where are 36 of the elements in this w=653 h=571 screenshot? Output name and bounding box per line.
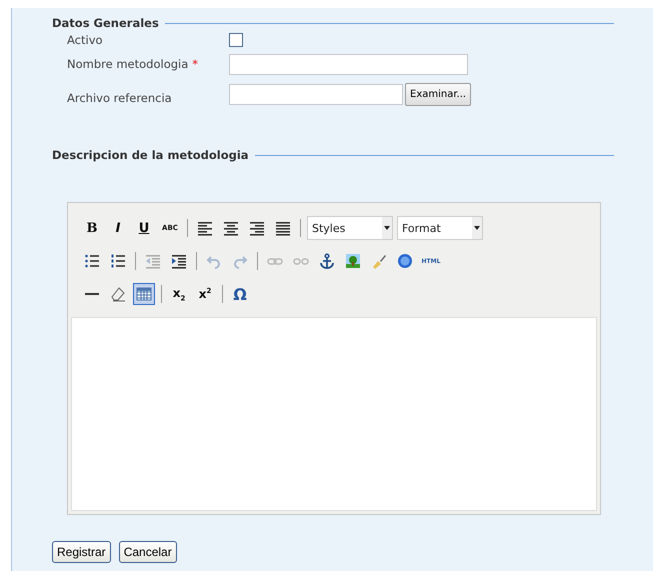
italic-button[interactable]: I xyxy=(107,217,129,239)
align-justify-icon xyxy=(275,220,291,236)
field-label: Activo xyxy=(67,33,104,47)
brush-icon xyxy=(371,253,387,269)
horizontal-rule-icon xyxy=(85,293,99,295)
field-label: Archivo referencia xyxy=(67,91,173,105)
field-label: Nombre metodologia * xyxy=(67,57,200,71)
browse-button[interactable]: Examinar... xyxy=(405,82,472,106)
cancel-button[interactable]: Cancelar xyxy=(118,541,177,563)
indent-icon xyxy=(171,253,187,269)
image-icon xyxy=(345,253,361,269)
subscript-button[interactable]: x$_{2}$ xyxy=(168,283,190,305)
register-button[interactable]: Registrar xyxy=(52,541,111,563)
bulleted-list-icon xyxy=(84,253,100,269)
style-dropdown[interactable]: Styles xyxy=(307,216,393,240)
style-dropdown[interactable]: Format xyxy=(397,216,483,240)
file-path-field[interactable] xyxy=(229,84,403,104)
table-button[interactable] xyxy=(133,283,155,305)
underline-button[interactable]: U xyxy=(133,217,155,239)
text-field[interactable] xyxy=(229,54,468,74)
special-character-button[interactable]: Ω xyxy=(229,283,251,305)
section-legend: Datos Generales xyxy=(52,16,159,30)
numbered-list-icon xyxy=(110,253,126,269)
align-right-icon xyxy=(249,220,265,236)
eraser-icon xyxy=(110,286,126,302)
align-left-icon xyxy=(197,220,213,236)
anchor-icon xyxy=(319,253,335,269)
align-center-icon xyxy=(223,220,239,236)
table-icon xyxy=(136,286,152,302)
outdent-icon xyxy=(145,253,161,269)
caret-icon xyxy=(384,226,390,230)
bold-button[interactable]: B xyxy=(81,217,103,239)
checkbox[interactable] xyxy=(229,33,243,47)
section-legend: Descripcion de la metodologia xyxy=(52,148,249,162)
superscript-button[interactable]: x$^{2}$ xyxy=(194,283,216,305)
caret-icon xyxy=(474,226,480,230)
